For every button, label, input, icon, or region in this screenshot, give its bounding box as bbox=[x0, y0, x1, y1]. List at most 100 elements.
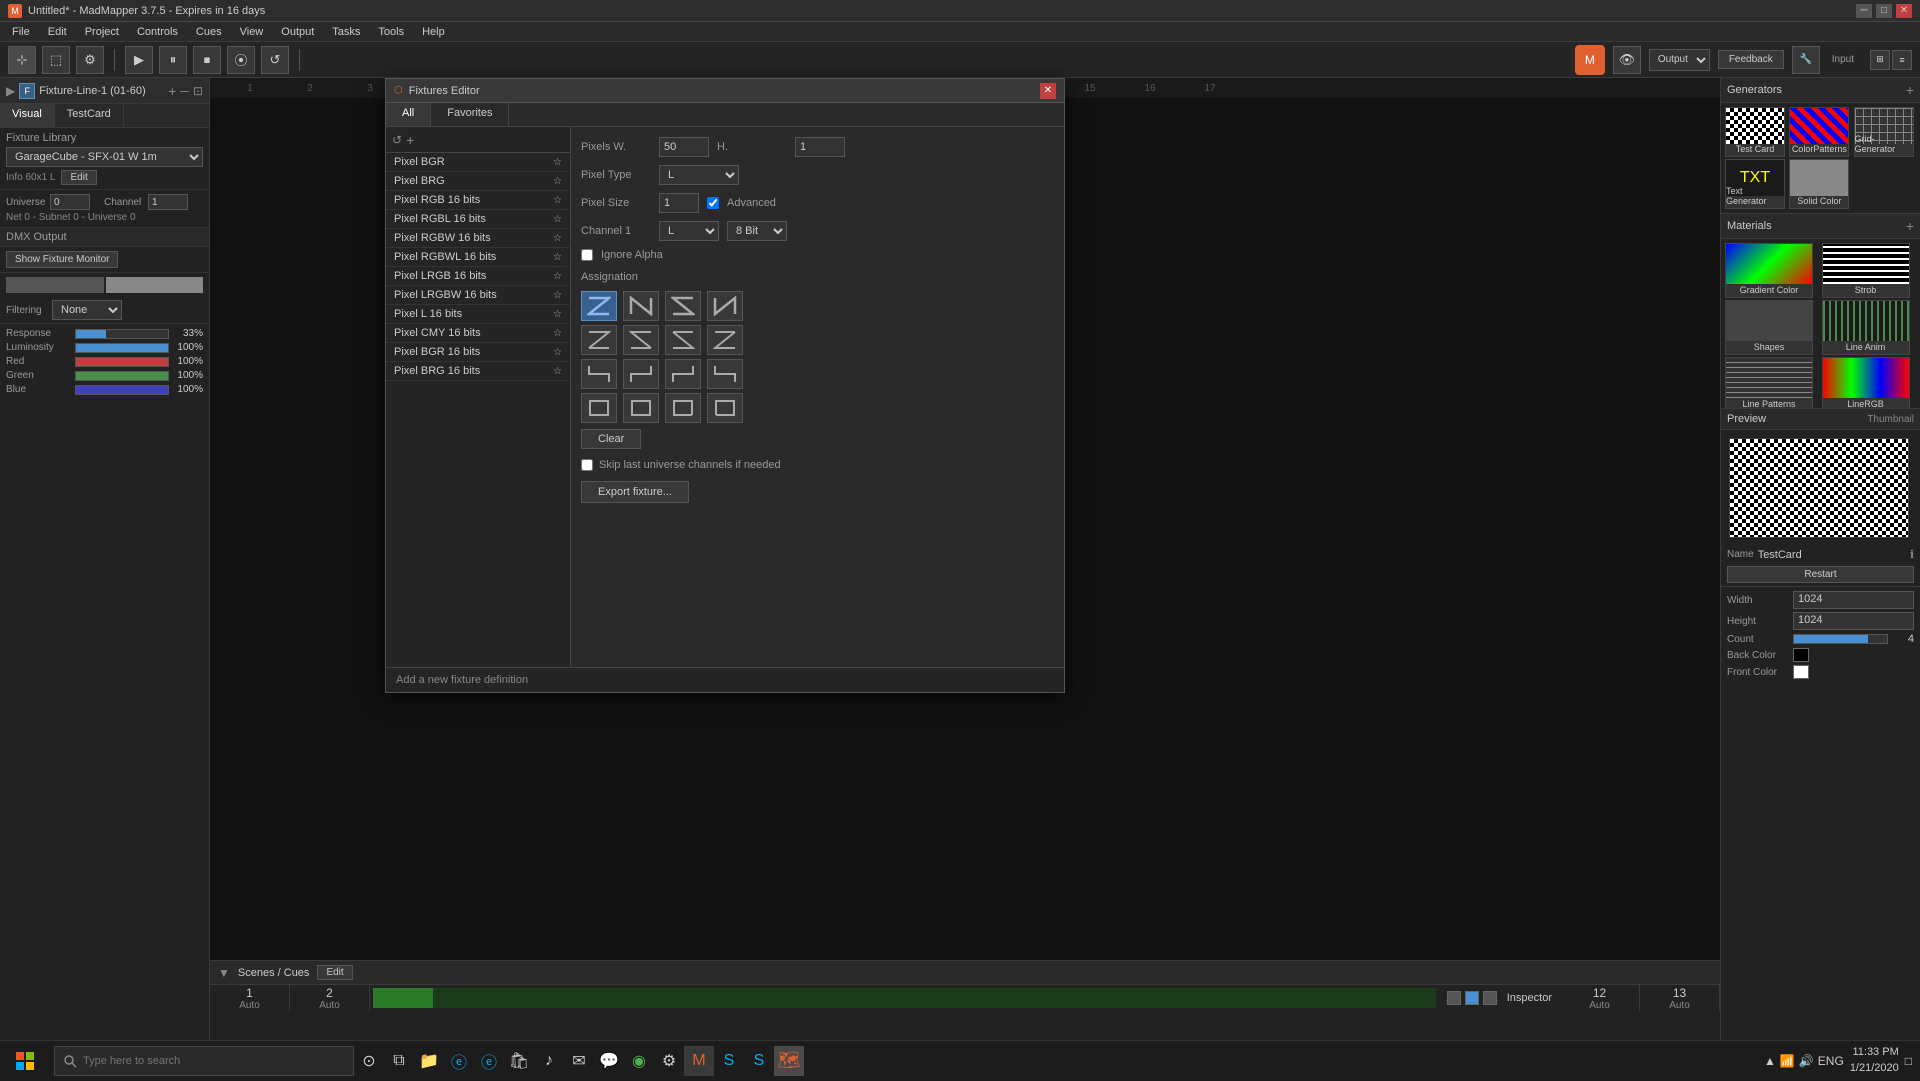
taskbar-skype2[interactable]: S bbox=[744, 1046, 774, 1076]
menu-tools[interactable]: Tools bbox=[370, 24, 412, 40]
assign-btn-br4[interactable] bbox=[707, 359, 743, 389]
back-color-swatch[interactable] bbox=[1793, 648, 1809, 662]
minimize-button[interactable]: ─ bbox=[1856, 4, 1872, 18]
fixture-pixel-rgbwl16[interactable]: Pixel RGBWL 16 bits ☆ bbox=[386, 248, 570, 267]
taskbar-madmapper[interactable]: M bbox=[684, 1046, 714, 1076]
gen-testcard[interactable]: Test Card bbox=[1725, 107, 1785, 157]
skip-checkbox[interactable] bbox=[581, 459, 593, 471]
output-select[interactable]: Output bbox=[1649, 49, 1710, 71]
loop-button[interactable]: ↺ bbox=[261, 46, 289, 74]
fixture-pixel-rgbl16[interactable]: Pixel RGBL 16 bits ☆ bbox=[386, 210, 570, 229]
tab-visual[interactable]: Visual bbox=[0, 104, 55, 127]
assign-btn-z2[interactable] bbox=[665, 291, 701, 321]
menu-cues[interactable]: Cues bbox=[188, 24, 230, 40]
mat-strob[interactable]: Strob bbox=[1822, 243, 1910, 298]
modal-footer[interactable]: Add a new fixture definition bbox=[386, 667, 1064, 692]
assign-btn-sp1[interactable] bbox=[581, 393, 617, 423]
fixture-pixel-lrgbw16[interactable]: Pixel LRGBW 16 bits ☆ bbox=[386, 286, 570, 305]
fixture-add-btn[interactable]: + bbox=[406, 132, 414, 148]
menu-project[interactable]: Project bbox=[77, 24, 127, 40]
pause-button[interactable]: ⏸ bbox=[159, 46, 187, 74]
taskbar-taskview[interactable]: ⧉ bbox=[384, 1046, 414, 1076]
assign-btn-br2[interactable] bbox=[623, 359, 659, 389]
fixture-pixel-l16[interactable]: Pixel L 16 bits ☆ bbox=[386, 305, 570, 324]
fixture-pixel-bgr[interactable]: Pixel BGR ☆ bbox=[386, 153, 570, 172]
taskbar-music[interactable]: ♪ bbox=[534, 1046, 564, 1076]
assign-btn-dr2[interactable] bbox=[707, 325, 743, 355]
fixture-pixel-lrgb16[interactable]: Pixel LRGB 16 bits ☆ bbox=[386, 267, 570, 286]
gen-colorpatterns[interactable]: ColorPatterns bbox=[1789, 107, 1849, 157]
taskbar-cortana[interactable]: ⊙ bbox=[354, 1046, 384, 1076]
scene-12[interactable]: 12 Auto bbox=[1560, 985, 1640, 1011]
add-layer-btn[interactable]: + bbox=[168, 83, 176, 99]
menu-tasks[interactable]: Tasks bbox=[324, 24, 368, 40]
h-input[interactable] bbox=[795, 137, 845, 157]
edit-fixture-btn[interactable]: Edit bbox=[61, 170, 96, 185]
info-icon[interactable]: ℹ bbox=[1910, 548, 1914, 561]
ignore-alpha-checkbox[interactable] bbox=[581, 249, 593, 261]
assign-btn-sp4[interactable] bbox=[707, 393, 743, 423]
play-button[interactable]: ▶ bbox=[125, 46, 153, 74]
taskbar-active-app[interactable]: 🗺 bbox=[774, 1046, 804, 1076]
taskbar-clock[interactable]: 11:33 PM 1/21/2020 bbox=[1850, 1045, 1899, 1076]
list-view-btn[interactable]: ≡ bbox=[1892, 50, 1912, 70]
export-btn[interactable]: Export fixture... bbox=[581, 481, 689, 503]
red-slider[interactable] bbox=[75, 357, 169, 367]
assign-btn-sp3[interactable] bbox=[665, 393, 701, 423]
channel-select[interactable]: L bbox=[659, 221, 719, 241]
feedback-button[interactable]: Feedback bbox=[1718, 50, 1784, 69]
taskbar-edge[interactable]: ⓔ bbox=[444, 1046, 474, 1076]
scene-2[interactable]: 2 Auto bbox=[290, 985, 370, 1011]
menu-file[interactable]: File bbox=[4, 24, 38, 40]
green-slider[interactable] bbox=[75, 371, 169, 381]
bit-select[interactable]: 8 Bit bbox=[727, 221, 787, 241]
menu-controls[interactable]: Controls bbox=[129, 24, 186, 40]
taskbar-search[interactable] bbox=[54, 1046, 354, 1076]
taskbar-chrome[interactable]: ◉ bbox=[624, 1046, 654, 1076]
assign-btn-dr1[interactable] bbox=[623, 325, 659, 355]
tray-up-arrow[interactable]: ▲ bbox=[1764, 1054, 1776, 1068]
taskbar-whatsapp[interactable]: 💬 bbox=[594, 1046, 624, 1076]
taskbar-ie[interactable]: ⓔ bbox=[474, 1046, 504, 1076]
menu-help[interactable]: Help bbox=[414, 24, 453, 40]
response-slider[interactable] bbox=[75, 329, 169, 339]
gen-text[interactable]: TXT Text Generator bbox=[1725, 159, 1785, 209]
taskbar-store[interactable]: 🛍 bbox=[504, 1046, 534, 1076]
blue-slider[interactable] bbox=[75, 385, 169, 395]
tray-lang[interactable]: ENG bbox=[1818, 1054, 1844, 1068]
gen-grid[interactable]: Grid-Generator bbox=[1854, 107, 1914, 157]
tray-network[interactable]: 📶 bbox=[1780, 1054, 1795, 1068]
modal-close-btn[interactable]: ✕ bbox=[1040, 83, 1056, 99]
assign-btn-br3[interactable] bbox=[665, 359, 701, 389]
eye-button[interactable]: 👁 bbox=[1613, 46, 1641, 74]
scene-view-btn-3[interactable] bbox=[1483, 991, 1497, 1005]
expand-icon[interactable]: ▶ bbox=[6, 84, 15, 98]
taskbar-settings[interactable]: ⚙ bbox=[654, 1046, 684, 1076]
filtering-select[interactable]: None bbox=[52, 300, 122, 320]
stop-button[interactable]: ⏹ bbox=[193, 46, 221, 74]
pixels-w-input[interactable] bbox=[659, 137, 709, 157]
add-generator-btn[interactable]: + bbox=[1906, 82, 1914, 98]
scenes-edit-btn[interactable]: Edit bbox=[317, 965, 352, 980]
remove-layer-btn[interactable]: ─ bbox=[180, 84, 189, 98]
fixture-pixel-rgb16[interactable]: Pixel RGB 16 bits ☆ bbox=[386, 191, 570, 210]
taskbar-start-btn[interactable] bbox=[0, 1041, 50, 1081]
settings-icon-btn[interactable]: 🔧 bbox=[1792, 46, 1820, 74]
pixel-size-input[interactable] bbox=[659, 193, 699, 213]
tab-testcard[interactable]: TestCard bbox=[55, 104, 124, 127]
assign-btn-z1[interactable] bbox=[581, 291, 617, 321]
record-button[interactable]: ⦿ bbox=[227, 46, 255, 74]
scene-1[interactable]: 1 Auto bbox=[210, 985, 290, 1011]
mat-lineanim[interactable]: Line Anim bbox=[1822, 300, 1910, 355]
front-color-swatch[interactable] bbox=[1793, 665, 1809, 679]
fixture-refresh-btn[interactable]: ↺ bbox=[392, 133, 402, 147]
fixture-pixel-brg[interactable]: Pixel BRG ☆ bbox=[386, 172, 570, 191]
clear-btn[interactable]: Clear bbox=[581, 429, 641, 449]
title-bar-controls[interactable]: ─ □ ✕ bbox=[1856, 4, 1912, 18]
pixel-type-select[interactable]: L bbox=[659, 165, 739, 185]
gen-solid[interactable]: Solid Color bbox=[1789, 159, 1849, 209]
scene-13[interactable]: 13 Auto bbox=[1640, 985, 1720, 1011]
expand-layer-btn[interactable]: ⊡ bbox=[193, 84, 203, 98]
grid-view-btn[interactable]: ⊞ bbox=[1870, 50, 1890, 70]
modal-tab-favorites[interactable]: Favorites bbox=[431, 103, 509, 126]
